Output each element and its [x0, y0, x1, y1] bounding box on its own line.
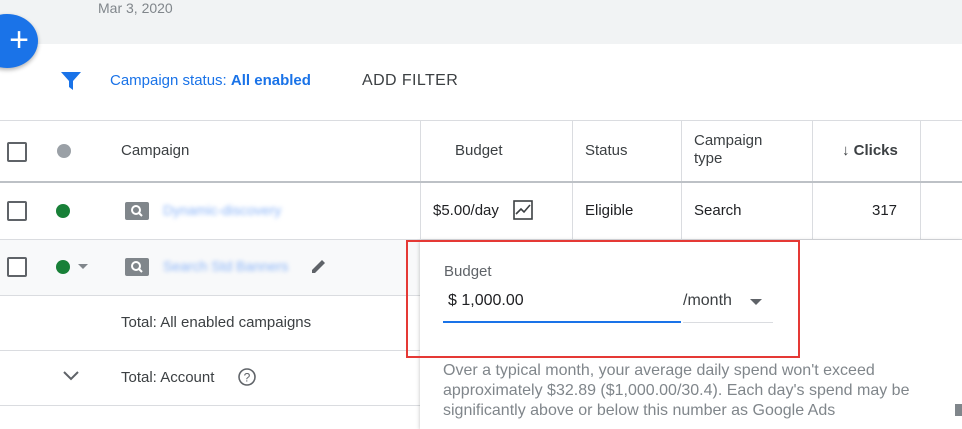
column-divider	[420, 120, 421, 240]
status-value: Eligible	[585, 202, 634, 219]
pencil-edit-icon[interactable]	[309, 256, 329, 276]
help-icon[interactable]: ?	[237, 367, 257, 387]
column-divider	[920, 120, 921, 240]
budget-trend-chart-icon[interactable]	[513, 200, 533, 220]
chevron-down-icon[interactable]	[62, 369, 80, 383]
status-dropdown-caret-icon[interactable]	[78, 264, 88, 269]
column-header-clicks-label: Clicks	[853, 142, 898, 159]
column-divider	[812, 120, 813, 240]
budget-input-underline	[443, 321, 681, 323]
enabled-status-dot-icon	[56, 204, 70, 218]
budget-help-text: Over a typical month, your average daily…	[443, 362, 910, 419]
budget-period-select[interactable]: /month	[683, 292, 732, 310]
column-header-clicks[interactable]: ↓ Clicks	[842, 142, 898, 159]
scrollbar[interactable]	[955, 404, 962, 416]
budget-field-label: Budget	[444, 263, 492, 280]
budget-amount-input[interactable]: $ 1,000.00	[448, 292, 524, 310]
search-campaign-icon	[125, 258, 149, 276]
search-campaign-icon	[125, 202, 149, 220]
campaign-status-filter[interactable]: Campaign status: All enabled	[110, 72, 311, 89]
sort-down-arrow-icon: ↓	[842, 142, 850, 159]
row-checkbox[interactable]	[7, 201, 27, 221]
header-divider	[0, 181, 962, 183]
row-divider	[0, 350, 420, 351]
campaign-type-value: Search	[694, 202, 742, 219]
row-divider	[0, 405, 420, 406]
period-select-underline	[683, 322, 773, 323]
dropdown-arrow-icon[interactable]	[750, 299, 762, 305]
divider	[0, 120, 962, 121]
column-header-campaign[interactable]: Campaign	[121, 142, 189, 159]
enabled-status-dot-icon	[56, 260, 70, 274]
campaign-name-link[interactable]: Search Std Banners	[163, 258, 288, 274]
column-divider	[572, 120, 573, 240]
row-checkbox[interactable]	[7, 257, 27, 277]
column-header-status[interactable]: Status	[585, 142, 628, 159]
filter-icon[interactable]	[60, 70, 82, 92]
clicks-value: 317	[872, 202, 898, 219]
total-enabled-campaigns-label: Total: All enabled campaigns	[121, 314, 312, 331]
date-range-label[interactable]: Mar 3, 2020	[98, 0, 173, 16]
budget-value[interactable]: $5.00/day	[433, 202, 499, 219]
status-header-dot-icon	[57, 144, 71, 158]
column-header-campaign-type[interactable]: Campaign type	[694, 132, 794, 168]
campaign-name-link[interactable]: Dynamic-discovery	[163, 202, 281, 218]
campaign-status-label: Campaign status:	[110, 72, 227, 89]
campaign-status-value: All enabled	[230, 72, 311, 89]
add-filter-button[interactable]: ADD FILTER	[362, 72, 458, 90]
svg-text:?: ?	[244, 371, 251, 385]
total-account-label: Total: Account	[121, 369, 215, 386]
column-divider	[681, 120, 682, 240]
row-divider	[0, 295, 420, 296]
select-all-checkbox[interactable]	[7, 142, 27, 162]
column-header-budget[interactable]: Budget	[455, 142, 503, 159]
